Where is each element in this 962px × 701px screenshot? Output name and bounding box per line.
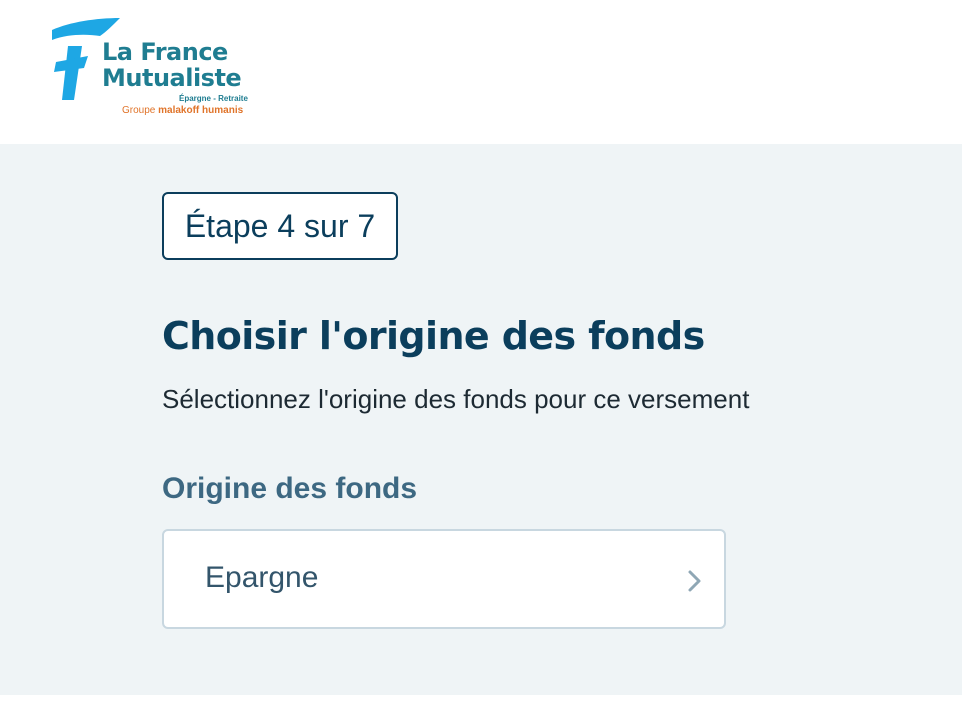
- logo-text-line2: Mutualiste: [102, 64, 242, 92]
- origin-select[interactable]: Epargne: [162, 529, 726, 629]
- page-subtitle: Sélectionnez l'origine des fonds pour ce…: [162, 384, 750, 414]
- logo-group-name: malakoff humanis: [158, 105, 244, 116]
- origin-field-label: Origine des fonds: [162, 472, 418, 505]
- step-indicator-badge: Étape 4 sur 7: [162, 192, 398, 260]
- page-title: Choisir l'origine des fonds: [162, 314, 705, 358]
- origin-select-value: Epargne: [205, 561, 319, 594]
- brand-logo[interactable]: La France Mutualiste Épargne - Retraite …: [48, 16, 278, 126]
- logo-group-prefix: Groupe: [122, 105, 156, 116]
- logo-group-line: Groupe malakoff humanis: [122, 105, 243, 116]
- chevron-right-icon: [688, 570, 701, 592]
- site-header: La France Mutualiste Épargne - Retraite …: [0, 0, 962, 144]
- logo-text-line1: La France: [102, 38, 228, 66]
- logo-tagline: Épargne - Retraite: [179, 94, 248, 103]
- page-bottom-strip: [0, 695, 962, 701]
